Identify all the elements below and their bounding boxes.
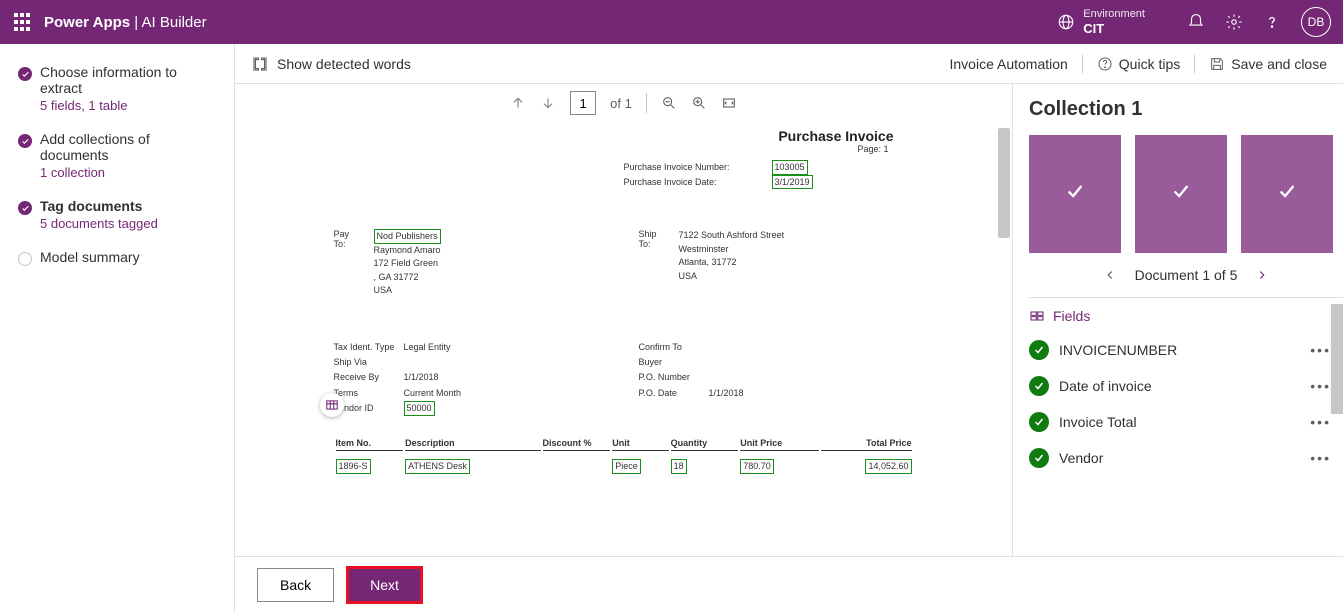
more-icon[interactable]: ••• — [1310, 450, 1331, 466]
breadcrumb[interactable]: Invoice Automation — [950, 56, 1068, 72]
next-button[interactable]: Next — [348, 568, 421, 602]
table-tag-icon[interactable] — [320, 393, 344, 417]
main-area: Choose information to extract 5 fields, … — [0, 44, 1343, 612]
step-subtitle: 5 fields, 1 table — [40, 98, 216, 113]
field-item[interactable]: Date of invoice ••• — [1029, 368, 1331, 404]
scrollbar-thumb[interactable] — [998, 128, 1010, 238]
chevron-right-icon[interactable] — [1255, 268, 1269, 282]
globe-icon — [1057, 13, 1075, 31]
gear-icon[interactable] — [1225, 13, 1243, 31]
pay-to-label: Pay To: — [334, 229, 362, 298]
arrow-down-icon[interactable] — [540, 95, 556, 111]
quick-tips-button[interactable]: Quick tips — [1097, 56, 1180, 72]
step-title: Tag documents — [40, 198, 216, 214]
tagged-invoice-number[interactable]: 103005 — [772, 160, 808, 175]
document-canvas[interactable]: Purchase Invoice Page: 1 Purchase Invoic… — [235, 122, 1012, 556]
tagged-item-unit[interactable]: Piece — [612, 459, 641, 474]
check-circle-icon — [1029, 448, 1049, 468]
thumbnail[interactable] — [1241, 135, 1333, 253]
step-title: Model summary — [40, 249, 216, 265]
command-bar: Show detected words Invoice Automation Q… — [235, 44, 1343, 84]
save-and-close-button[interactable]: Save and close — [1209, 56, 1327, 72]
meta-date-label: Purchase Invoice Date: — [624, 175, 754, 190]
tagged-item-no[interactable]: 1896-S — [336, 459, 371, 474]
invoice-title: Purchase Invoice — [334, 128, 914, 144]
bell-icon[interactable] — [1187, 13, 1205, 31]
step-add-collections[interactable]: Add collections of documents 1 collectio… — [18, 131, 216, 180]
right-panel: Collection 1 Document 1 of 5 Fie — [1013, 84, 1343, 556]
save-icon — [1209, 56, 1225, 72]
check-icon — [1276, 181, 1298, 208]
table-row: 1896-S ATHENS Desk Piece 18 780.70 14,05… — [336, 453, 912, 474]
environment-name: CIT — [1083, 21, 1145, 37]
invoice-line-items-table: Item No. Description Discount % Unit Qua… — [334, 434, 914, 476]
viewer-toolbar: of 1 — [235, 84, 1012, 122]
tagged-item-total[interactable]: 14,052.60 — [865, 459, 911, 474]
user-avatar[interactable]: DB — [1301, 7, 1331, 37]
invoice-page-label: Page: 1 — [334, 144, 914, 154]
check-circle-icon — [1029, 376, 1049, 396]
field-item[interactable]: Invoice Total ••• — [1029, 404, 1331, 440]
arrow-up-icon[interactable] — [510, 95, 526, 111]
check-circle-icon — [1029, 412, 1049, 432]
document-thumbnails — [1029, 135, 1343, 253]
step-choose-info[interactable]: Choose information to extract 5 fields, … — [18, 64, 216, 113]
check-circle-icon — [1029, 340, 1049, 360]
page-number-input[interactable] — [570, 91, 596, 115]
fields-icon — [1029, 308, 1045, 324]
zoom-out-icon[interactable] — [661, 95, 677, 111]
page-of-label: of 1 — [610, 96, 632, 111]
step-subtitle: 1 collection — [40, 165, 216, 180]
show-words-label: Show detected words — [277, 56, 411, 72]
environment-picker[interactable]: Environment CIT — [1057, 8, 1145, 37]
more-icon[interactable]: ••• — [1310, 378, 1331, 394]
field-label: Vendor — [1059, 450, 1103, 466]
invoice-document: Purchase Invoice Page: 1 Purchase Invoic… — [264, 128, 984, 550]
fields-header: Fields — [1029, 308, 1331, 324]
check-icon — [1170, 181, 1192, 208]
scrollbar-thumb[interactable] — [1331, 304, 1343, 414]
footer-bar: Back Next — [235, 556, 1343, 612]
text-recognition-icon — [251, 55, 269, 73]
collection-title: Collection 1 — [1029, 98, 1343, 121]
more-icon[interactable]: ••• — [1310, 414, 1331, 430]
field-label: Invoice Total — [1059, 414, 1137, 430]
field-label: INVOICENUMBER — [1059, 342, 1177, 358]
tagged-invoice-date[interactable]: 3/1/2019 — [772, 175, 813, 190]
document-pager: Document 1 of 5 — [1029, 267, 1343, 283]
tagged-vendor-name[interactable]: Nod Publishers — [374, 229, 441, 244]
field-item[interactable]: Vendor ••• — [1029, 440, 1331, 476]
chevron-left-icon[interactable] — [1103, 268, 1117, 282]
back-button[interactable]: Back — [257, 568, 334, 602]
environment-label: Environment — [1083, 8, 1145, 21]
tagged-item-desc[interactable]: ATHENS Desk — [405, 459, 470, 474]
thumbnail[interactable] — [1135, 135, 1227, 253]
step-title: Choose information to extract — [40, 64, 216, 96]
brand-title: Power Apps | AI Builder — [44, 14, 207, 31]
fit-screen-icon[interactable] — [721, 95, 737, 111]
show-detected-words-button[interactable]: Show detected words — [251, 55, 411, 73]
step-tag-documents[interactable]: Tag documents 5 documents tagged — [18, 198, 216, 231]
tagged-item-qty[interactable]: 18 — [671, 459, 687, 474]
field-item[interactable]: INVOICENUMBER ••• — [1029, 332, 1331, 368]
ship-to-label: Ship To: — [639, 229, 667, 298]
app-launcher-icon[interactable] — [12, 12, 32, 32]
tagged-item-price[interactable]: 780.70 — [740, 459, 774, 474]
zoom-in-icon[interactable] — [691, 95, 707, 111]
more-icon[interactable]: ••• — [1310, 342, 1331, 358]
document-pager-label: Document 1 of 5 — [1135, 267, 1238, 283]
tagged-vendor-id[interactable]: 50000 — [404, 401, 435, 416]
wizard-sidebar: Choose information to extract 5 fields, … — [0, 44, 235, 612]
check-icon — [1064, 181, 1086, 208]
question-circle-icon — [1097, 56, 1113, 72]
step-model-summary[interactable]: Model summary — [18, 249, 216, 265]
thumbnail[interactable] — [1029, 135, 1121, 253]
step-title: Add collections of documents — [40, 131, 216, 163]
meta-number-label: Purchase Invoice Number: — [624, 160, 754, 175]
step-subtitle: 5 documents tagged — [40, 216, 216, 231]
field-label: Date of invoice — [1059, 378, 1152, 394]
top-bar: Power Apps | AI Builder Environment CIT … — [0, 0, 1343, 44]
help-icon[interactable] — [1263, 13, 1281, 31]
fields-panel: Fields INVOICENUMBER ••• Date of invoice… — [1029, 297, 1343, 556]
